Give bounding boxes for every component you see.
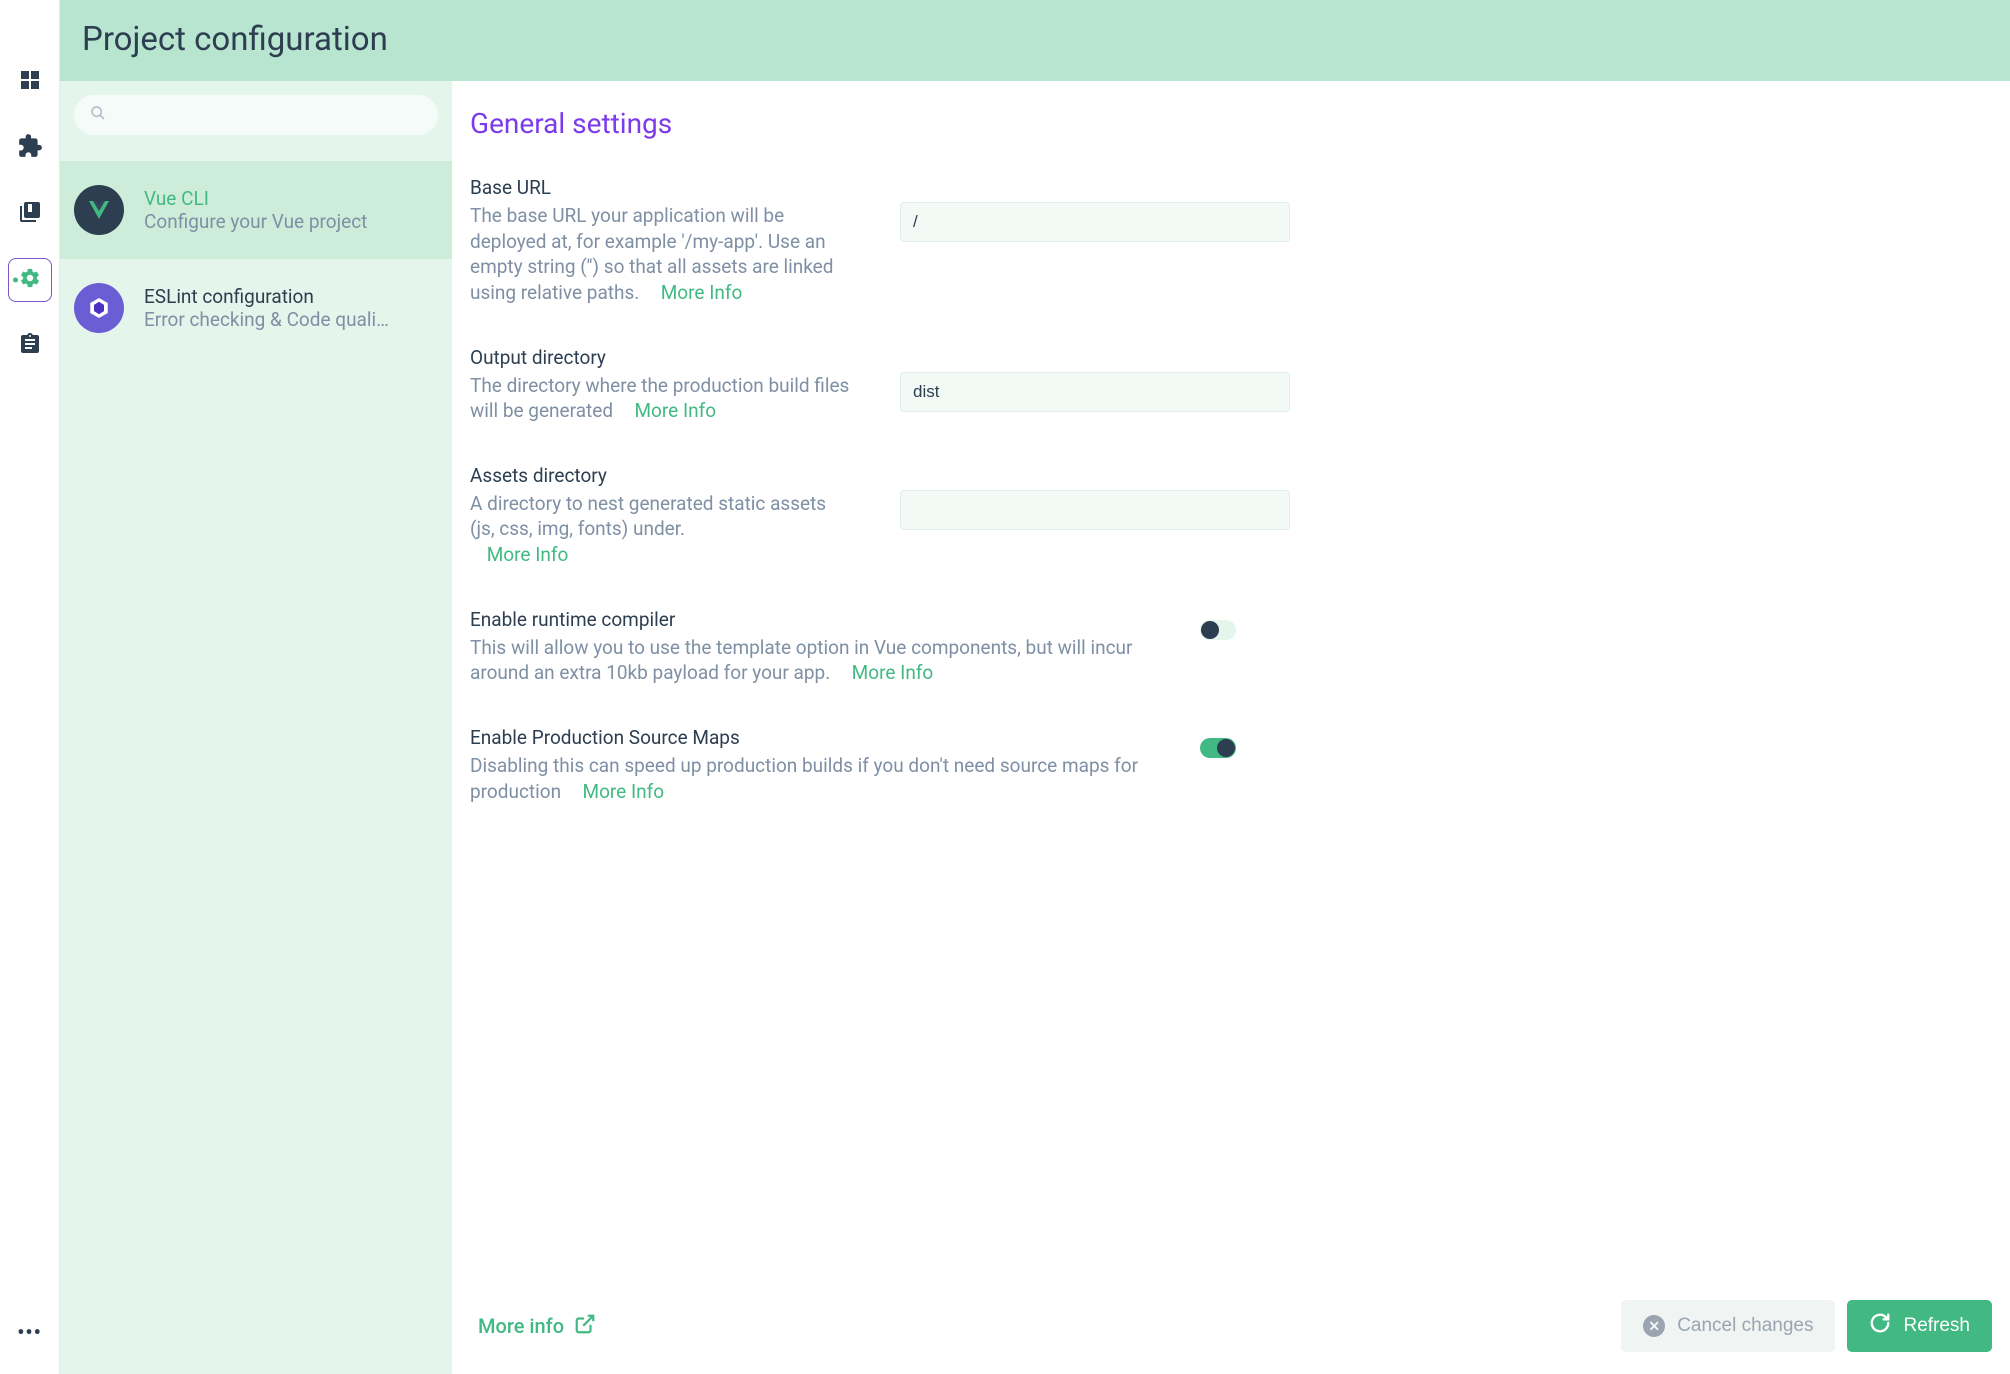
config-item-title: ESLint configuration bbox=[144, 285, 438, 308]
clipboard-icon bbox=[18, 332, 42, 360]
field-description: This will allow you to use the template … bbox=[470, 635, 1150, 686]
nav-rail: ••• bbox=[0, 0, 60, 1374]
more-info-link[interactable]: More Info bbox=[487, 542, 569, 568]
more-info-link[interactable]: More Info bbox=[634, 398, 716, 424]
footer-more-info[interactable]: More info bbox=[478, 1313, 596, 1340]
base-url-input[interactable] bbox=[900, 202, 1290, 242]
more-info-link[interactable]: More Info bbox=[661, 280, 743, 306]
footer: More info ✕ Cancel changes Refresh bbox=[452, 1281, 2010, 1374]
section-title: General settings bbox=[470, 107, 1992, 140]
close-icon: ✕ bbox=[1643, 1315, 1665, 1337]
config-item-subtitle: Configure your Vue project bbox=[144, 210, 438, 233]
runtime-compiler-toggle[interactable] bbox=[1200, 620, 1236, 640]
more-info-link[interactable]: More Info bbox=[583, 779, 665, 805]
field-description: The directory where the production build… bbox=[470, 373, 850, 424]
config-item-title: Vue CLI bbox=[144, 187, 438, 210]
field-description: A directory to nest generated static ass… bbox=[470, 491, 850, 568]
nav-more[interactable]: ••• bbox=[17, 1320, 42, 1374]
dashboard-icon bbox=[18, 68, 42, 96]
config-item-eslint[interactable]: ESLint configuration Error checking & Co… bbox=[60, 259, 452, 357]
puzzle-icon bbox=[17, 133, 43, 163]
field-production-source-maps: Enable Production Source Maps Disabling … bbox=[470, 726, 1992, 804]
nav-plugins[interactable] bbox=[8, 126, 52, 170]
page-header: Project configuration bbox=[60, 0, 2010, 81]
config-item-vue-cli[interactable]: Vue CLI Configure your Vue project bbox=[60, 161, 452, 259]
eslint-logo-icon bbox=[74, 283, 124, 333]
nav-dashboard[interactable] bbox=[8, 60, 52, 104]
nav-tasks[interactable] bbox=[8, 324, 52, 368]
field-assets-dir: Assets directory A directory to nest gen… bbox=[470, 464, 1992, 568]
cancel-changes-button[interactable]: ✕ Cancel changes bbox=[1621, 1300, 1835, 1352]
field-runtime-compiler: Enable runtime compiler This will allow … bbox=[470, 608, 1992, 686]
refresh-button[interactable]: Refresh bbox=[1847, 1300, 1992, 1352]
field-label: Base URL bbox=[470, 176, 850, 199]
field-label: Enable runtime compiler bbox=[470, 608, 1150, 631]
field-label: Enable Production Source Maps bbox=[470, 726, 1150, 749]
page-title: Project configuration bbox=[82, 20, 1988, 59]
nav-configuration[interactable] bbox=[8, 258, 52, 302]
production-source-maps-toggle[interactable] bbox=[1200, 738, 1236, 758]
field-description: The base URL your application will be de… bbox=[470, 203, 850, 306]
refresh-icon bbox=[1869, 1312, 1891, 1340]
settings-panel: General settings Base URL The base URL y… bbox=[452, 81, 2010, 1374]
field-label: Assets directory bbox=[470, 464, 850, 487]
more-horizontal-icon: ••• bbox=[17, 1320, 42, 1344]
vue-logo-icon bbox=[74, 185, 124, 235]
search-icon bbox=[90, 105, 106, 125]
field-output-dir: Output directory The directory where the… bbox=[470, 346, 1992, 424]
more-info-link[interactable]: More Info bbox=[852, 660, 934, 686]
field-label: Output directory bbox=[470, 346, 850, 369]
field-base-url: Base URL The base URL your application w… bbox=[470, 176, 1992, 306]
output-dir-input[interactable] bbox=[900, 372, 1290, 412]
assets-dir-input[interactable] bbox=[900, 490, 1290, 530]
config-item-subtitle: Error checking & Code quali… bbox=[144, 308, 438, 331]
field-description: Disabling this can speed up production b… bbox=[470, 753, 1150, 804]
nav-dependencies[interactable] bbox=[8, 192, 52, 236]
gear-icon bbox=[19, 267, 41, 293]
open-external-icon bbox=[574, 1313, 596, 1340]
search-input[interactable] bbox=[114, 107, 422, 124]
config-list: Vue CLI Configure your Vue project ESLin… bbox=[60, 81, 452, 1374]
collections-icon bbox=[18, 200, 42, 228]
search-box[interactable] bbox=[74, 95, 438, 135]
